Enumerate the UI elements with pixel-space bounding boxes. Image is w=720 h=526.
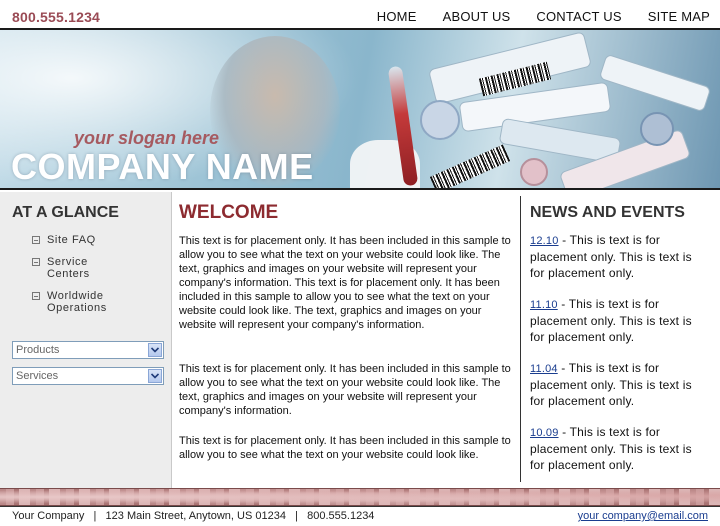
select-value: Products xyxy=(16,344,60,356)
nav-about-us[interactable]: ABOUT US xyxy=(443,9,511,24)
sidebar-item-site-faq[interactable]: Site FAQ xyxy=(32,234,127,246)
sidebar: AT A GLANCE Site FAQ Service Centers Wor… xyxy=(0,192,172,488)
footer-email-link[interactable]: your company@email.com xyxy=(578,510,708,522)
footer-contact-info: Your Company | 123 Main Street, Anytown,… xyxy=(12,510,375,522)
banner-company-name: COMPANY NAME xyxy=(11,146,314,187)
page-title: WELCOME xyxy=(179,202,279,223)
banner-vial-cap-image xyxy=(420,100,460,140)
sidebar-item-label: Worldwide Operations xyxy=(47,290,107,314)
news-item: 11.10 - This is text is for placement on… xyxy=(530,296,708,345)
main-content: WELCOME This text is for placement only.… xyxy=(173,192,520,488)
nav-site-map[interactable]: SITE MAP xyxy=(648,9,710,24)
square-bullet-icon xyxy=(32,258,40,266)
news-date-link[interactable]: 11.04 xyxy=(530,363,558,375)
top-bar: 800.555.1234 HOME ABOUT US CONTACT US SI… xyxy=(0,0,720,30)
nav-contact-us[interactable]: CONTACT US xyxy=(536,9,621,24)
column-divider xyxy=(520,196,521,482)
news-date-link[interactable]: 10.09 xyxy=(530,427,559,439)
banner-vial-cap-image xyxy=(520,158,548,186)
sidebar-links: Site FAQ Service Centers Worldwide Opera… xyxy=(32,234,127,324)
news-item: 10.09 - This is text is for placement on… xyxy=(530,424,708,473)
footer-decorative-band xyxy=(0,488,720,506)
sidebar-item-label: Service Centers xyxy=(47,256,90,280)
square-bullet-icon xyxy=(32,292,40,300)
banner-vial-cap-image xyxy=(640,112,674,146)
news-item: 11.04 - This is text is for placement on… xyxy=(530,360,708,409)
news-item: 12.10 - This is text is for placement on… xyxy=(530,232,708,281)
sidebar-item-worldwide-operations[interactable]: Worldwide Operations xyxy=(32,290,127,314)
news-date-link[interactable]: 11.10 xyxy=(530,299,558,311)
footer: Your Company | 123 Main Street, Anytown,… xyxy=(0,506,720,526)
hero-banner: your slogan here COMPANY NAME xyxy=(0,30,720,190)
news-title: NEWS AND EVENTS xyxy=(530,204,685,221)
products-select[interactable]: Products xyxy=(12,341,164,359)
select-value: Services xyxy=(16,370,59,382)
chevron-down-icon[interactable] xyxy=(148,369,162,383)
header-phone: 800.555.1234 xyxy=(12,9,101,25)
sidebar-title: AT A GLANCE xyxy=(12,204,119,221)
news-panel: NEWS AND EVENTS 12.10 - This is text is … xyxy=(522,192,720,488)
square-bullet-icon xyxy=(32,236,40,244)
body-paragraph: This text is for placement only. It has … xyxy=(179,363,511,417)
body-paragraph: This text is for placement only. It has … xyxy=(179,435,511,461)
body-paragraph: This text is for placement only. It has … xyxy=(179,235,511,331)
nav-home[interactable]: HOME xyxy=(377,9,417,24)
sidebar-item-service-centers[interactable]: Service Centers xyxy=(32,256,127,280)
sidebar-item-label: Site FAQ xyxy=(47,234,96,246)
main-nav: HOME ABOUT US CONTACT US SITE MAP xyxy=(351,9,710,24)
chevron-down-icon[interactable] xyxy=(148,343,162,357)
services-select[interactable]: Services xyxy=(12,367,164,385)
banner-vial-image xyxy=(598,53,712,113)
banner-barcode-image xyxy=(429,144,511,188)
news-date-link[interactable]: 12.10 xyxy=(530,235,559,247)
